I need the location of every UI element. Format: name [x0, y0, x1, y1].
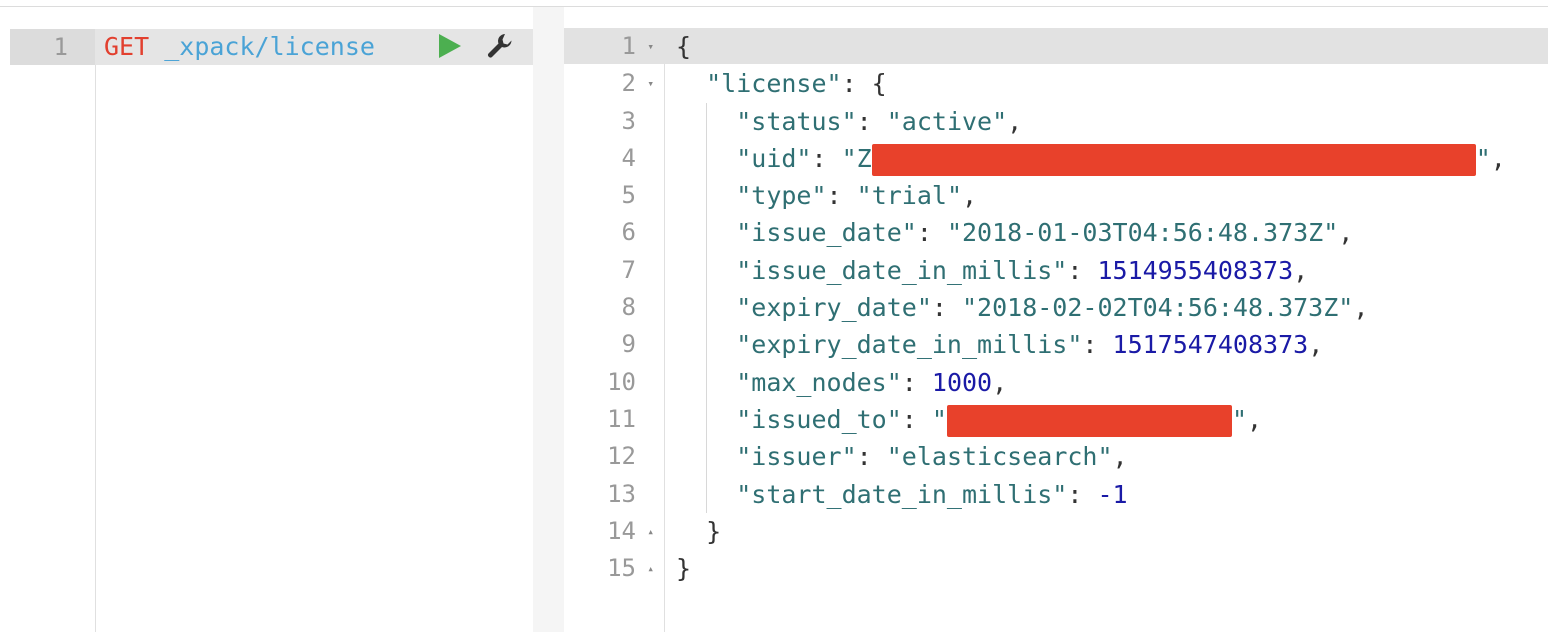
json-key: "issue_date_in_millis" — [736, 255, 1068, 285]
fold-icon[interactable]: ▴ — [647, 550, 654, 587]
request-editor[interactable]: 1 GET _xpack/license — [0, 7, 533, 632]
json-value: "active" — [886, 106, 1008, 136]
code-line: "issuer": "elasticsearch", — [676, 438, 1506, 476]
line-number: 1 — [621, 32, 636, 60]
code-line: "type": "trial", — [676, 177, 1506, 215]
json-key: "issue_date" — [736, 218, 917, 248]
json-key: "uid" — [736, 143, 812, 173]
code-line: } — [676, 513, 1506, 550]
line-number: 3 — [621, 106, 636, 135]
redaction-mark — [946, 404, 1232, 437]
pane-splitter[interactable] — [533, 7, 564, 632]
code-line: "issue_date_in_millis": 1514955408373, — [676, 251, 1506, 290]
close-brace: } — [676, 554, 692, 584]
gutter-line: 2 ▾ — [564, 65, 664, 102]
json-value: "Z — [841, 143, 872, 173]
gutter-line: 13 — [564, 476, 664, 513]
gutter-line: 1 ▾ — [564, 28, 664, 65]
redaction-mark — [871, 143, 1476, 176]
json-number: 1517547408373 — [1112, 330, 1309, 360]
gutter-line: 8 — [564, 289, 664, 326]
request-actions — [436, 34, 514, 62]
gutter-line: 3 — [564, 103, 664, 140]
json-value: "2018-02-02T04:56:48.373Z" — [962, 293, 1354, 323]
fold-icon[interactable]: ▾ — [647, 65, 654, 102]
json-number: -1 — [1097, 479, 1128, 509]
json-key: "max_nodes" — [736, 367, 902, 397]
json-value: "trial" — [856, 181, 962, 211]
gutter-line: 11 — [564, 401, 664, 438]
gutter-line: 4 — [564, 140, 664, 177]
response-gutter: 1 ▾ 2 ▾ 3 4 5 6 7 8 9 10 11 12 13 14 ▴ 15 ▴ — [564, 28, 664, 587]
code-line: "issue_date": "2018-01-03T04:56:48.373Z"… — [676, 214, 1506, 252]
line-number: 9 — [621, 330, 636, 359]
code-line: "license": { — [706, 69, 887, 99]
line-number: 11 — [607, 404, 636, 433]
request-url[interactable]: _xpack/license — [164, 32, 375, 61]
line-number: 5 — [621, 181, 636, 210]
response-viewer[interactable]: 1 ▾ 2 ▾ 3 4 5 6 7 8 9 10 11 12 13 14 ▴ 15 ▴ … — [564, 7, 1548, 632]
line-number: 2 — [621, 69, 636, 98]
code-line: } — [676, 550, 1506, 587]
code-line: { — [676, 28, 1506, 65]
gutter-line: 6 — [564, 214, 664, 251]
line-number: 10 — [607, 367, 636, 396]
json-value: " — [931, 404, 947, 434]
line-number: 12 — [607, 442, 636, 471]
json-key: "type" — [736, 181, 827, 211]
request-line[interactable]: GET _xpack/license — [104, 29, 375, 65]
code-line: "expiry_date_in_millis": 1517547408373, — [676, 326, 1506, 364]
request-gutter-border — [95, 59, 96, 632]
code-line: "uid": "Z ", — [676, 139, 1506, 178]
code-line: "issued_to": " ", — [676, 400, 1506, 439]
line-number: 6 — [621, 218, 636, 247]
fold-icon[interactable]: ▾ — [647, 28, 654, 65]
gutter-line: 14 ▴ — [564, 513, 664, 550]
line-number: 7 — [621, 255, 636, 284]
gutter-line: 9 — [564, 326, 664, 363]
gutter-line: 12 — [564, 438, 664, 475]
code-line: "start_date_in_millis": -1 — [676, 475, 1506, 513]
gutter-line: 15 ▴ — [564, 550, 664, 587]
response-gutter-border — [664, 64, 665, 632]
line-number: 8 — [621, 293, 636, 322]
code-line: "max_nodes": 1000, — [676, 363, 1506, 401]
gutter-line: 10 — [564, 364, 664, 401]
request-method[interactable]: GET — [104, 32, 149, 61]
close-brace: } — [706, 516, 722, 546]
line-number: 4 — [621, 143, 636, 172]
json-key: "license" — [706, 69, 842, 99]
gutter-line: 5 — [564, 177, 664, 214]
line-number: 14 — [607, 516, 636, 545]
response-code[interactable]: { "license": { "status": "active", "uid"… — [676, 28, 1506, 587]
json-key: "start_date_in_millis" — [736, 479, 1068, 509]
fold-icon[interactable]: ▴ — [647, 513, 654, 550]
json-value-end: " — [1475, 143, 1491, 173]
json-value: "elasticsearch" — [886, 442, 1113, 472]
json-number: 1000 — [931, 367, 993, 397]
json-value-end: " — [1231, 404, 1248, 434]
json-key: "status" — [736, 106, 857, 136]
json-value: "2018-01-03T04:56:48.373Z" — [946, 218, 1339, 248]
play-icon[interactable] — [436, 33, 462, 63]
request-line-number: 1 — [53, 33, 68, 61]
line-number: 15 — [607, 554, 636, 583]
json-key: "expiry_date_in_millis" — [736, 330, 1083, 360]
wrench-icon[interactable] — [486, 32, 514, 64]
gutter-line: 7 — [564, 252, 664, 289]
code-line: "status": "active", — [676, 102, 1506, 140]
json-number: 1514955408373 — [1097, 255, 1294, 285]
json-key: "issued_to" — [736, 404, 902, 434]
code-line: "expiry_date": "2018-02-02T04:56:48.373Z… — [676, 289, 1506, 327]
line-number: 13 — [607, 479, 636, 508]
json-key: "issuer" — [736, 442, 857, 472]
open-brace: { — [676, 32, 692, 61]
json-key: "expiry_date" — [736, 293, 932, 323]
